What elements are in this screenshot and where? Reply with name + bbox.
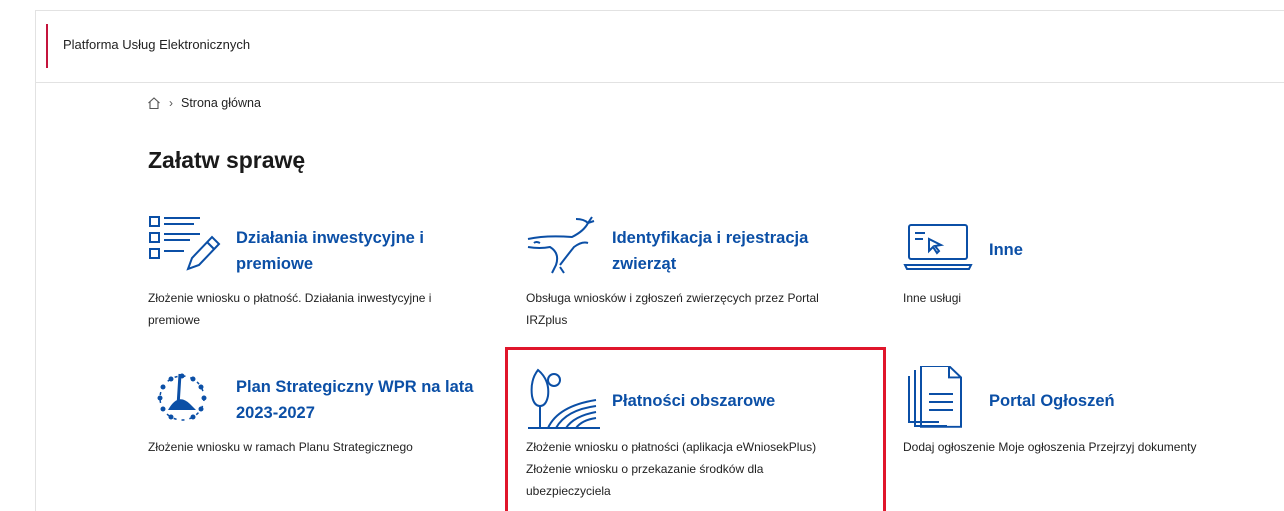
tile-title[interactable]: Inne <box>989 237 1023 263</box>
tile-description: Złożenie wniosku w ramach Planu Strategi… <box>148 440 413 454</box>
tile-title[interactable]: Identyfikacja i rejestracja zwierząt <box>612 225 808 277</box>
platform-title[interactable]: Platforma Usług Elektronicznych <box>63 37 250 52</box>
page-title: Załatw sprawę <box>148 147 306 173</box>
chevron-right-icon: › <box>169 96 173 110</box>
eu-plan-icon <box>148 366 224 436</box>
breadcrumb-current: Strona główna <box>181 96 261 110</box>
tile-title[interactable]: Plan Strategiczny WPR na lata 2023-2027 <box>236 374 473 426</box>
tile-description: Inne usługi <box>903 291 962 305</box>
tile-description: Obsługa wniosków i zgłoszeń zwierzęcych … <box>526 291 819 327</box>
breadcrumb: › Strona główna <box>147 96 261 110</box>
checklist-pen-icon <box>148 213 224 283</box>
laptop-cursor-icon <box>903 213 979 283</box>
tile-title[interactable]: Działania inwestycyjne i premiowe <box>236 225 424 277</box>
tile-description: Dodaj ogłoszenie Moje ogłoszenia Przejrz… <box>903 440 1197 454</box>
tile-title[interactable]: Portal Ogłoszeń <box>989 388 1115 414</box>
cow-icon <box>526 213 602 283</box>
top-bar: Platforma Usług Elektronicznych <box>36 11 1284 83</box>
documents-icon <box>903 365 979 436</box>
home-icon[interactable] <box>147 96 161 110</box>
brand-accent-bar <box>46 24 48 68</box>
tile-description: Złożenie wniosku o płatność. Działania i… <box>148 291 432 327</box>
selection-highlight <box>505 347 886 511</box>
